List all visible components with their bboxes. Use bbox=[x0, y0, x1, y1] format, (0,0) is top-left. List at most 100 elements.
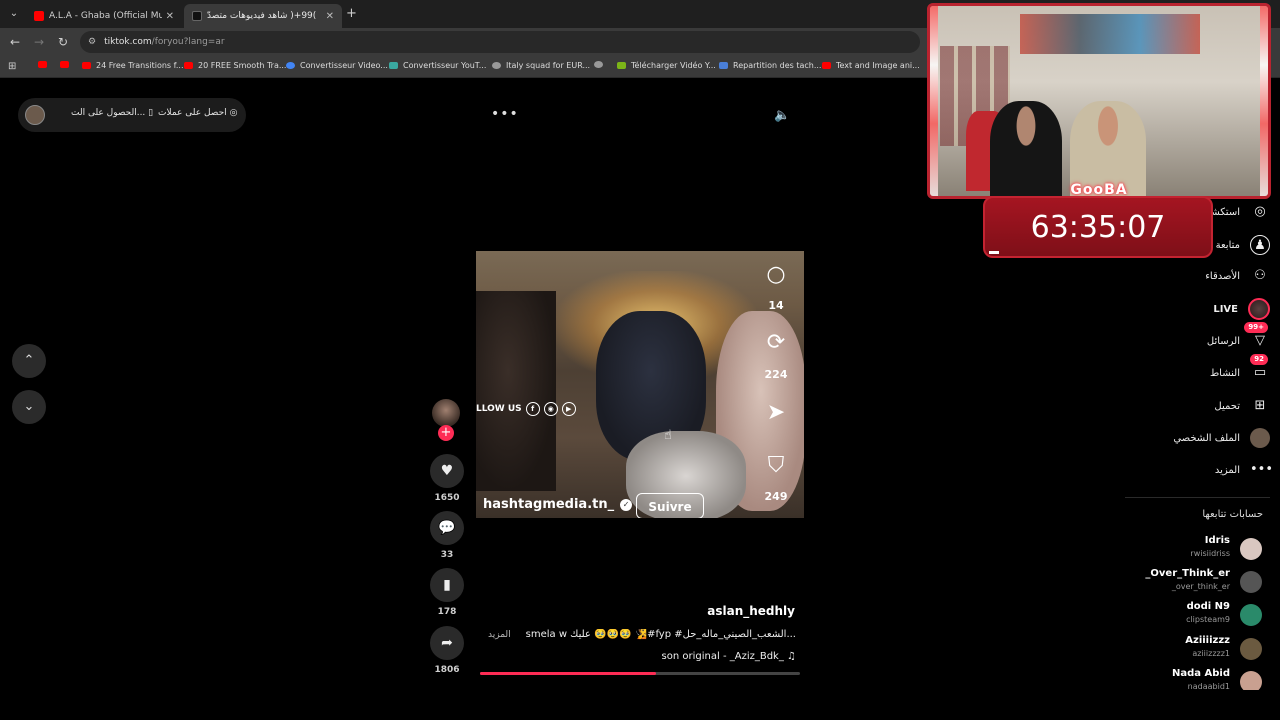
stream-timer: 63:35:07 bbox=[983, 196, 1213, 258]
upload-icon: ⊞ bbox=[1254, 398, 1266, 413]
youtube-icon bbox=[60, 61, 69, 68]
activity-icon: ▭ 92 bbox=[1250, 354, 1270, 383]
chevron-down-icon[interactable]: ⌄ bbox=[6, 6, 22, 22]
overlay-comment-count: 14 bbox=[768, 299, 784, 312]
author-name[interactable]: aslan_hedhly bbox=[690, 604, 795, 618]
bookmark-item[interactable]: Italy squad for EUR... bbox=[492, 61, 590, 70]
followed-account[interactable]: Nada Abid nadaabid1 bbox=[1120, 668, 1270, 690]
streamer-figure bbox=[990, 101, 1062, 196]
nav-more[interactable]: المزيد ••• bbox=[1110, 459, 1274, 481]
profile-icon bbox=[1250, 428, 1270, 448]
timer-value: 63:35:07 bbox=[1030, 210, 1166, 245]
share-button[interactable]: ➦ bbox=[430, 626, 464, 660]
bookmark-item[interactable] bbox=[38, 61, 52, 68]
follow-us-overlay: LLOW US f ◉ ▶ bbox=[476, 402, 576, 416]
youtube-icon bbox=[38, 61, 47, 68]
tab-tiktok[interactable]: )99+( شاهد فيديوهات متصدّ ✕ bbox=[184, 4, 342, 28]
compass-icon: ◎ bbox=[1254, 204, 1266, 219]
creator-avatar[interactable] bbox=[432, 399, 460, 427]
google-icon bbox=[286, 62, 295, 69]
video-frame-figure bbox=[476, 291, 556, 491]
overlay-save-count: 249 bbox=[764, 490, 788, 503]
timer-progress bbox=[989, 251, 999, 254]
back-icon[interactable]: ← bbox=[8, 35, 22, 49]
chevron-down-icon: ⌄ bbox=[23, 399, 35, 414]
get-app-link[interactable]: الحصول على الت... ▯ bbox=[71, 108, 153, 118]
sound-link[interactable]: son original - _Aziz_Bdk_ ♫ bbox=[600, 651, 796, 662]
save-button[interactable]: ▮ bbox=[430, 568, 464, 602]
reload-icon[interactable]: ↻ bbox=[56, 35, 70, 49]
phone-icon: ▯ bbox=[148, 108, 154, 118]
bookmark-item[interactable]: 20 FREE Smooth Tra... bbox=[184, 61, 286, 70]
bookmark-item[interactable]: Repartition des tach... bbox=[719, 61, 821, 70]
youtube-icon bbox=[34, 11, 44, 21]
get-coins-link[interactable]: احصل على عملات ◎ bbox=[158, 108, 237, 118]
followed-account[interactable]: _Over_Think_er _over_think_er bbox=[1120, 568, 1270, 598]
new-tab-button[interactable]: + bbox=[346, 6, 357, 21]
video-progress-bar[interactable] bbox=[480, 672, 800, 675]
bookmark-item[interactable] bbox=[60, 61, 74, 68]
activity-badge: 92 bbox=[1250, 354, 1268, 365]
site-info-icon[interactable]: ⚙ bbox=[88, 37, 96, 47]
bookmark-item[interactable] bbox=[594, 61, 608, 68]
docs-icon bbox=[719, 62, 728, 69]
followed-account[interactable]: Idris rwisiidriss bbox=[1120, 535, 1270, 565]
caption-more-link[interactable]: المزيد bbox=[488, 630, 511, 640]
avatar bbox=[1240, 538, 1262, 560]
previous-video-button[interactable]: ⌃ bbox=[12, 344, 46, 378]
next-video-button[interactable]: ⌄ bbox=[12, 390, 46, 424]
nav-friends[interactable]: الأصدقاء ⚇ bbox=[1110, 265, 1270, 287]
youtube-icon: ▶ bbox=[561, 402, 576, 416]
globe-icon bbox=[594, 61, 603, 68]
bookmark-item[interactable]: Convertisseur YouT... bbox=[389, 61, 486, 70]
bookmark-item[interactable]: 24 Free Transitions f... bbox=[82, 61, 184, 70]
send-overlay-icon: ➤ bbox=[766, 400, 786, 425]
youtube-icon bbox=[82, 62, 91, 69]
tab-youtube[interactable]: A.L.A - Ghaba (Official Music Vi ✕ bbox=[26, 4, 182, 28]
video-player[interactable]: LLOW US f ◉ ▶ ○ 14 ⟳ 224 ➤ ⛉ 249 hashtag… bbox=[476, 251, 804, 518]
forward-icon[interactable]: → bbox=[32, 35, 46, 49]
followed-account[interactable]: Aziiiizzz aziiizzzz1 bbox=[1120, 635, 1270, 665]
bookmark-icon: ▮ bbox=[443, 577, 451, 593]
comment-button[interactable]: 💬 bbox=[430, 511, 464, 545]
nav-live[interactable]: LIVE bbox=[1110, 298, 1270, 320]
bookmark-item[interactable]: Text and Image ani... bbox=[822, 61, 920, 70]
top-actions-pill: الحصول على الت... ▯ احصل على عملات ◎ bbox=[18, 98, 246, 132]
bookmark-item[interactable]: Télécharger Vidéo Y... bbox=[617, 61, 716, 70]
close-icon[interactable]: ✕ bbox=[326, 11, 334, 22]
more-options-icon[interactable]: ••• bbox=[491, 106, 519, 122]
youtube-icon bbox=[822, 62, 831, 69]
chevron-up-icon: ⌃ bbox=[23, 353, 35, 368]
apps-grid-icon[interactable]: ⊞ bbox=[8, 61, 16, 72]
nav-upload[interactable]: تحميل ⊞ bbox=[1110, 395, 1270, 417]
bookmark-overlay-icon: ⛉ bbox=[767, 453, 785, 478]
comment-icon: 💬 bbox=[438, 520, 456, 536]
download-icon bbox=[617, 62, 626, 69]
avatar[interactable] bbox=[25, 105, 45, 125]
like-button[interactable]: ♥ bbox=[430, 454, 464, 488]
led-strip bbox=[930, 6, 938, 196]
sidebar-divider bbox=[1125, 497, 1270, 498]
following-icon: ♟ bbox=[1250, 235, 1270, 255]
address-bar[interactable]: ⚙ tiktok.com/foryou?lang=ar bbox=[80, 31, 920, 53]
nav-activity[interactable]: النشاط ▭ 92 bbox=[1110, 354, 1270, 384]
comment-count: 33 bbox=[440, 550, 454, 560]
nav-profile[interactable]: الملف الشخصي bbox=[1110, 427, 1270, 449]
led-strip bbox=[1260, 6, 1268, 196]
avatar bbox=[1240, 638, 1262, 660]
heart-icon: ♥ bbox=[440, 463, 454, 479]
screen: ⌄ A.L.A - Ghaba (Official Music Vi ✕ )99… bbox=[0, 0, 1280, 720]
close-icon[interactable]: ✕ bbox=[166, 11, 174, 22]
nav-messages[interactable]: الرسائل ▽ 99+ bbox=[1110, 322, 1270, 352]
youtube-icon bbox=[184, 62, 193, 69]
facebook-icon: f bbox=[525, 402, 540, 416]
bookmark-item[interactable]: Convertisseur Video... bbox=[286, 61, 388, 70]
volume-icon[interactable]: 🔈 bbox=[774, 108, 790, 123]
coin-icon: ◎ bbox=[229, 108, 238, 118]
followed-account[interactable]: dodi N9 clipsteam9 bbox=[1120, 601, 1270, 631]
video-caption: smela w عليك 🥹🥹🥹 🧏#fyp #الشعب_الصيني_مال… bbox=[525, 629, 796, 640]
messages-icon: ▽ 99+ bbox=[1244, 322, 1270, 351]
follow-plus-button[interactable]: + bbox=[438, 425, 454, 441]
tab-title: A.L.A - Ghaba (Official Music Vi bbox=[49, 11, 162, 21]
more-icon: ••• bbox=[1250, 462, 1274, 477]
